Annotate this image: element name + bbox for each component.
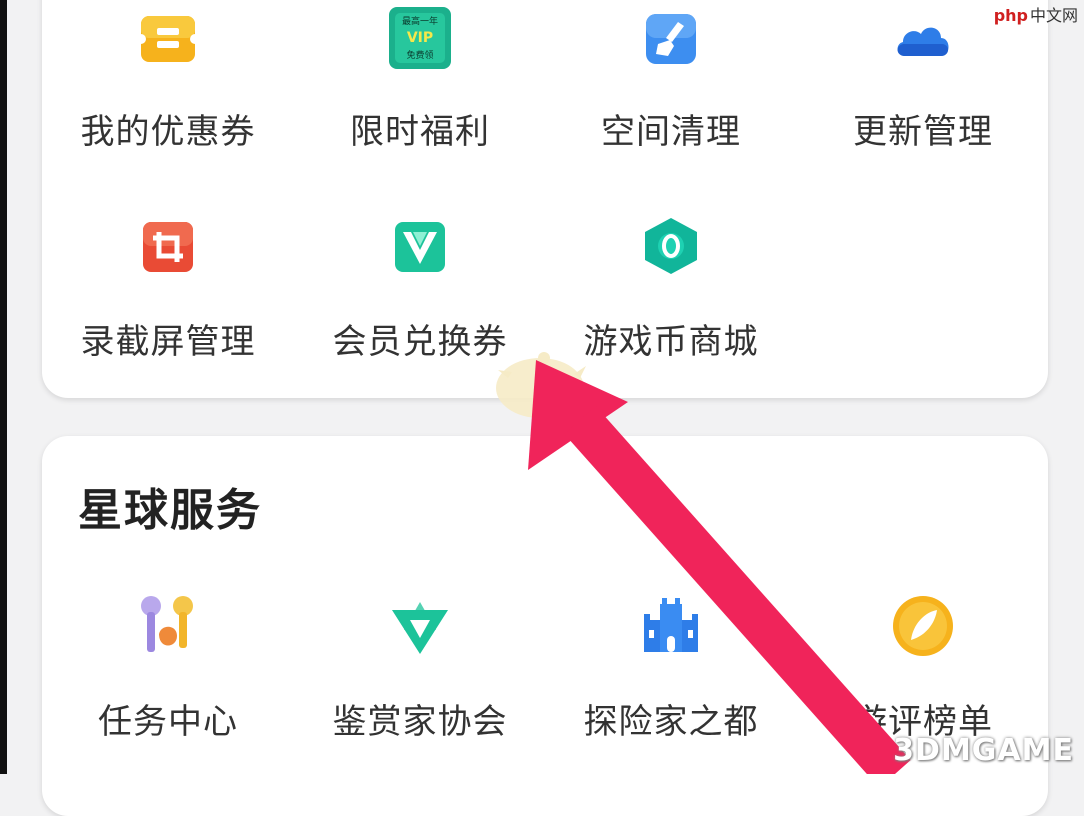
coupon-icon: [139, 16, 197, 62]
svg-text:免费领: 免费领: [406, 49, 433, 61]
grid-item-label: 限时福利: [350, 112, 490, 152]
task-keys-icon: [141, 596, 193, 652]
star-triangle-icon: [392, 602, 448, 654]
crop-screenshot-icon: [143, 222, 193, 272]
section-title: 星球服务: [78, 485, 262, 536]
svg-text:最高一年: 最高一年: [402, 15, 438, 27]
v-member-icon: [395, 222, 445, 272]
grid-item-label: 空间清理: [601, 112, 741, 152]
watermark-cn: 中文网: [1029, 6, 1078, 25]
castle-icon: [644, 598, 698, 652]
service-label: 鉴赏家协会: [332, 702, 508, 742]
cloud-update-icon: [897, 27, 949, 56]
vip-welfare-icon: 最高一年 VIP 免费领: [389, 7, 451, 69]
service-label: 任务中心: [98, 702, 238, 742]
svg-text:VIP: VIP: [407, 30, 433, 46]
grid-item-label: 更新管理: [853, 112, 993, 152]
grid-item-label: 我的优惠券: [80, 112, 256, 152]
mascot-sticker: [496, 352, 586, 418]
coin-hexagon-icon: [645, 218, 697, 274]
php-watermark: php 中文网: [994, 2, 1078, 26]
grid-item-label: 录截屏管理: [80, 322, 256, 362]
quill-badge-icon: [893, 596, 953, 656]
broom-clean-icon: [646, 14, 696, 64]
3dmgame-watermark: 3DMGAME: [893, 733, 1074, 768]
screen-edge: [0, 0, 7, 774]
service-label: 探险家之都: [583, 702, 759, 742]
watermark-brand: php: [993, 6, 1028, 25]
